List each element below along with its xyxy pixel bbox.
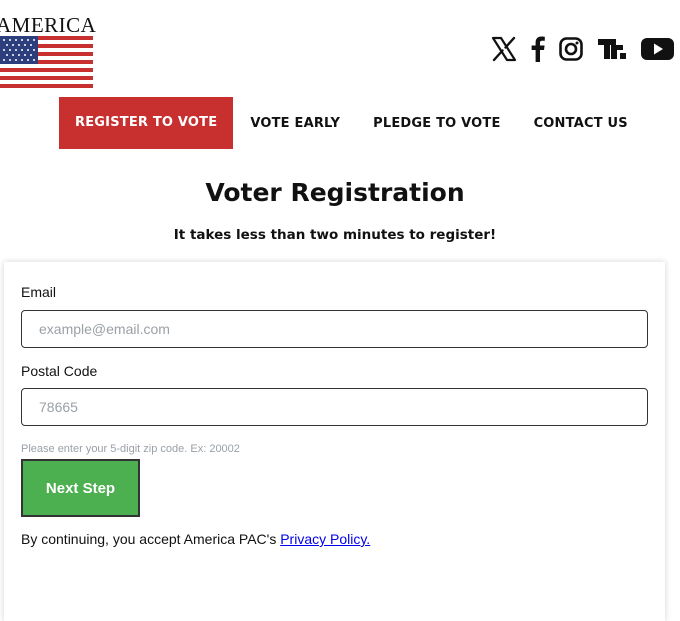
x-icon[interactable] [491, 36, 517, 62]
nav-contact-us[interactable]: CONTACT US [534, 116, 628, 131]
youtube-icon[interactable] [641, 37, 674, 61]
email-field[interactable] [21, 310, 648, 348]
nav-pledge-to-vote[interactable]: PLEDGE TO VOTE [373, 116, 500, 131]
next-step-button[interactable]: Next Step [21, 459, 140, 517]
privacy-policy-link[interactable]: Privacy Policy. [280, 531, 370, 547]
truth-social-icon[interactable] [597, 37, 627, 61]
postal-code-label: Postal Code [21, 363, 98, 379]
page-subtitle: It takes less than two minutes to regist… [173, 227, 497, 243]
consent-text: By continuing, you accept America PAC's … [21, 531, 370, 547]
consent-prefix: By continuing, you accept America PAC's [21, 531, 281, 547]
instagram-icon[interactable] [559, 37, 583, 61]
facebook-icon[interactable] [531, 36, 545, 62]
main-nav: REGISTER TO VOTE VOTE EARLY PLEDGE TO VO… [59, 97, 628, 149]
postal-code-field[interactable] [21, 388, 648, 426]
nav-register-to-vote[interactable]: REGISTER TO VOTE [59, 97, 234, 149]
email-label: Email [21, 284, 57, 300]
logo-text: AMERICA [0, 13, 97, 37]
social-links [491, 36, 674, 62]
postal-code-hint: Please enter your 5-digit zip code. Ex: … [21, 443, 240, 455]
page-title: Voter Registration [205, 178, 465, 207]
nav-vote-early[interactable]: VOTE EARLY [250, 116, 340, 131]
registration-form-card: Email Postal Code Please enter your 5-di… [4, 262, 665, 621]
us-flag-icon [0, 36, 93, 88]
